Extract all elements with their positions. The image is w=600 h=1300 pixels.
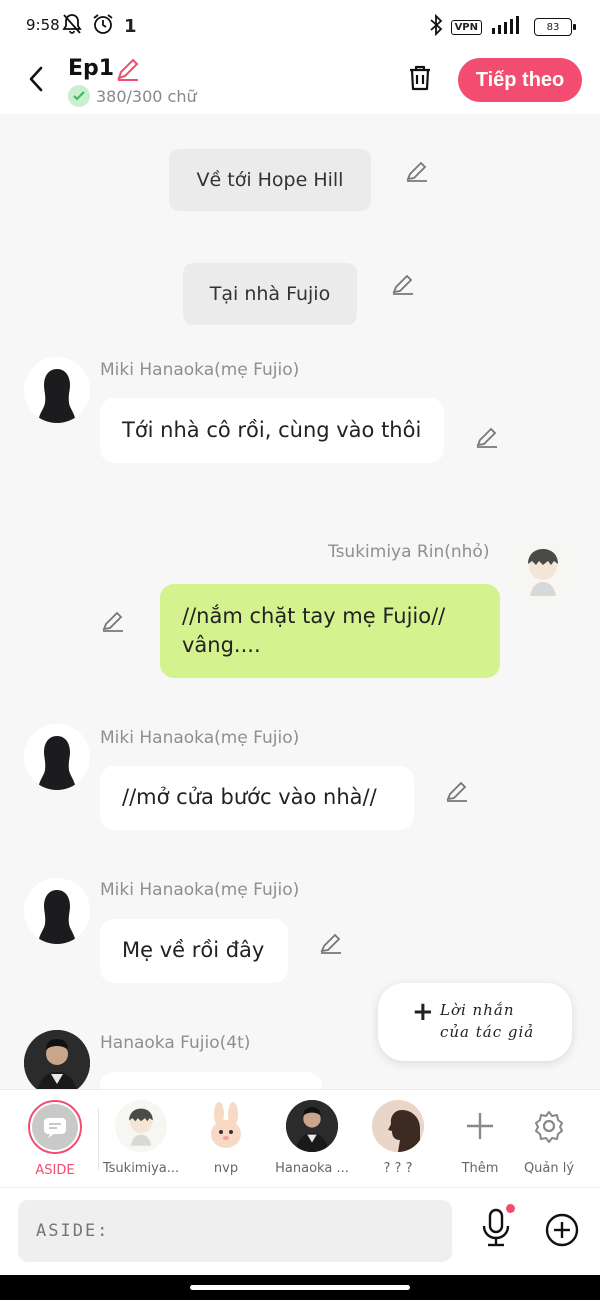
message-bubble[interactable]: //mở cửa bước vào nhà// (100, 766, 414, 830)
author-note-line2: của tác giả (440, 1023, 535, 1041)
message-text: Mẹ về rồi đây (122, 938, 265, 962)
author-note-button[interactable]: + Lời nhắn của tác giả (378, 983, 572, 1061)
author-note-line1: Lời nhắn (440, 1001, 515, 1019)
character-nvp[interactable]: nvp (183, 1100, 269, 1176)
recording-dot (506, 1204, 515, 1213)
aside-avatar (28, 1100, 82, 1154)
narration-text: Tại nhà Fujio (209, 283, 331, 305)
character-label: ASIDE (35, 1163, 75, 1178)
character-label: Tsukimiya... (102, 1161, 180, 1176)
edit-pencil-icon[interactable] (404, 158, 430, 184)
header: Ep1 380/300 chữ Tiếp theo (0, 52, 600, 114)
bluetooth-icon (429, 13, 443, 40)
manage-button[interactable]: Quản lý (506, 1100, 592, 1176)
speaker-name: Tsukimiya Rin(nhỏ) (328, 542, 490, 562)
edit-pencil-icon[interactable] (444, 778, 470, 804)
word-count-text: 380/300 chữ (96, 86, 197, 106)
avatar-silhouette[interactable] (24, 357, 90, 423)
avatar-photo (286, 1100, 338, 1152)
alarm-icon (92, 13, 114, 39)
avatar-silhouette[interactable] (24, 724, 90, 790)
character-label: nvp (213, 1161, 239, 1176)
battery-level: 83 (546, 21, 560, 33)
battery-icon: 83 (534, 18, 576, 36)
message-text: Tới nhà cô rồi, cùng vào thôi (122, 418, 422, 442)
character-unknown[interactable]: ? ? ? (355, 1100, 441, 1176)
microphone-icon[interactable] (480, 1208, 512, 1252)
narration-bubble[interactable]: Về tới Hope Hill (169, 149, 371, 211)
message-bubble-self[interactable]: //nắm chặt tay mẹ Fujio// vâng.... (160, 584, 500, 678)
avatar-photo[interactable] (24, 1030, 90, 1089)
character-label: Quản lý (523, 1161, 575, 1176)
message-text: //nắm chặt tay mẹ Fujio// vâng.... (182, 604, 446, 657)
back-arrow-icon[interactable] (22, 64, 52, 94)
chat-area[interactable]: Về tới Hope Hill Tại nhà Fujio Miki Hana… (0, 114, 600, 1089)
avatar-boy[interactable] (510, 538, 576, 604)
avatar-boy (115, 1100, 167, 1152)
check-icon (68, 85, 90, 107)
bell-off-icon (62, 13, 82, 39)
edit-title-pencil-icon[interactable] (114, 55, 142, 87)
narration-text: Về tới Hope Hill (196, 169, 344, 191)
message-bubble[interactable]: Mẹ về rồi đây (100, 919, 288, 983)
character-label: Hanaoka ... (275, 1161, 349, 1176)
edit-pencil-icon[interactable] (474, 424, 500, 450)
author-note-label: Lời nhắn của tác giả (440, 999, 534, 1043)
speaker-name: Hanaoka Fujio(4t) (100, 1033, 251, 1053)
character-aside[interactable]: ASIDE (12, 1100, 98, 1178)
speaker-name: Miki Hanaoka(mẹ Fujio) (100, 880, 300, 900)
character-tsukimiya[interactable]: Tsukimiya... (98, 1100, 184, 1176)
edit-pencil-icon[interactable] (390, 271, 416, 297)
word-count: 380/300 chữ (68, 85, 197, 107)
message-bubble[interactable]: Tới nhà cô rồi, cùng vào thôi (100, 398, 444, 463)
status-bar: 9:58 1 VPN 83 (0, 0, 600, 52)
status-time: 9:58 (26, 16, 60, 34)
character-label: ? ? ? (383, 1161, 413, 1176)
input-bar (0, 1187, 600, 1275)
system-nav-bar (0, 1275, 600, 1300)
home-indicator[interactable] (190, 1285, 410, 1290)
episode-title: Ep1 (68, 56, 115, 81)
avatar-dark-silhouette (372, 1100, 424, 1152)
plus-icon: + (412, 997, 434, 1027)
speaker-name: Miki Hanaoka(mẹ Fujio) (100, 360, 300, 380)
character-bar: ASIDE Tsukimiya... nvp Hanaoka ... ? ? ?… (0, 1089, 600, 1187)
vpn-badge: VPN (450, 19, 482, 35)
avatar-silhouette[interactable] (24, 878, 90, 944)
signal-icon (490, 16, 526, 38)
message-bubble[interactable] (100, 1072, 322, 1089)
edit-pencil-icon[interactable] (100, 608, 126, 634)
gear-icon (506, 1100, 592, 1152)
message-text: //mở cửa bước vào nhà// (122, 785, 377, 809)
add-circle-icon[interactable] (545, 1213, 579, 1251)
trash-icon[interactable] (404, 62, 436, 98)
next-button[interactable]: Tiếp theo (458, 58, 582, 102)
character-hanaoka[interactable]: Hanaoka ... (269, 1100, 355, 1176)
aside-input[interactable] (18, 1200, 452, 1262)
bunny-avatar (200, 1100, 252, 1152)
edit-pencil-icon[interactable] (318, 930, 344, 956)
narration-bubble[interactable]: Tại nhà Fujio (183, 263, 357, 325)
status-indicator: 1 (124, 15, 137, 37)
speaker-name: Miki Hanaoka(mẹ Fujio) (100, 728, 300, 748)
